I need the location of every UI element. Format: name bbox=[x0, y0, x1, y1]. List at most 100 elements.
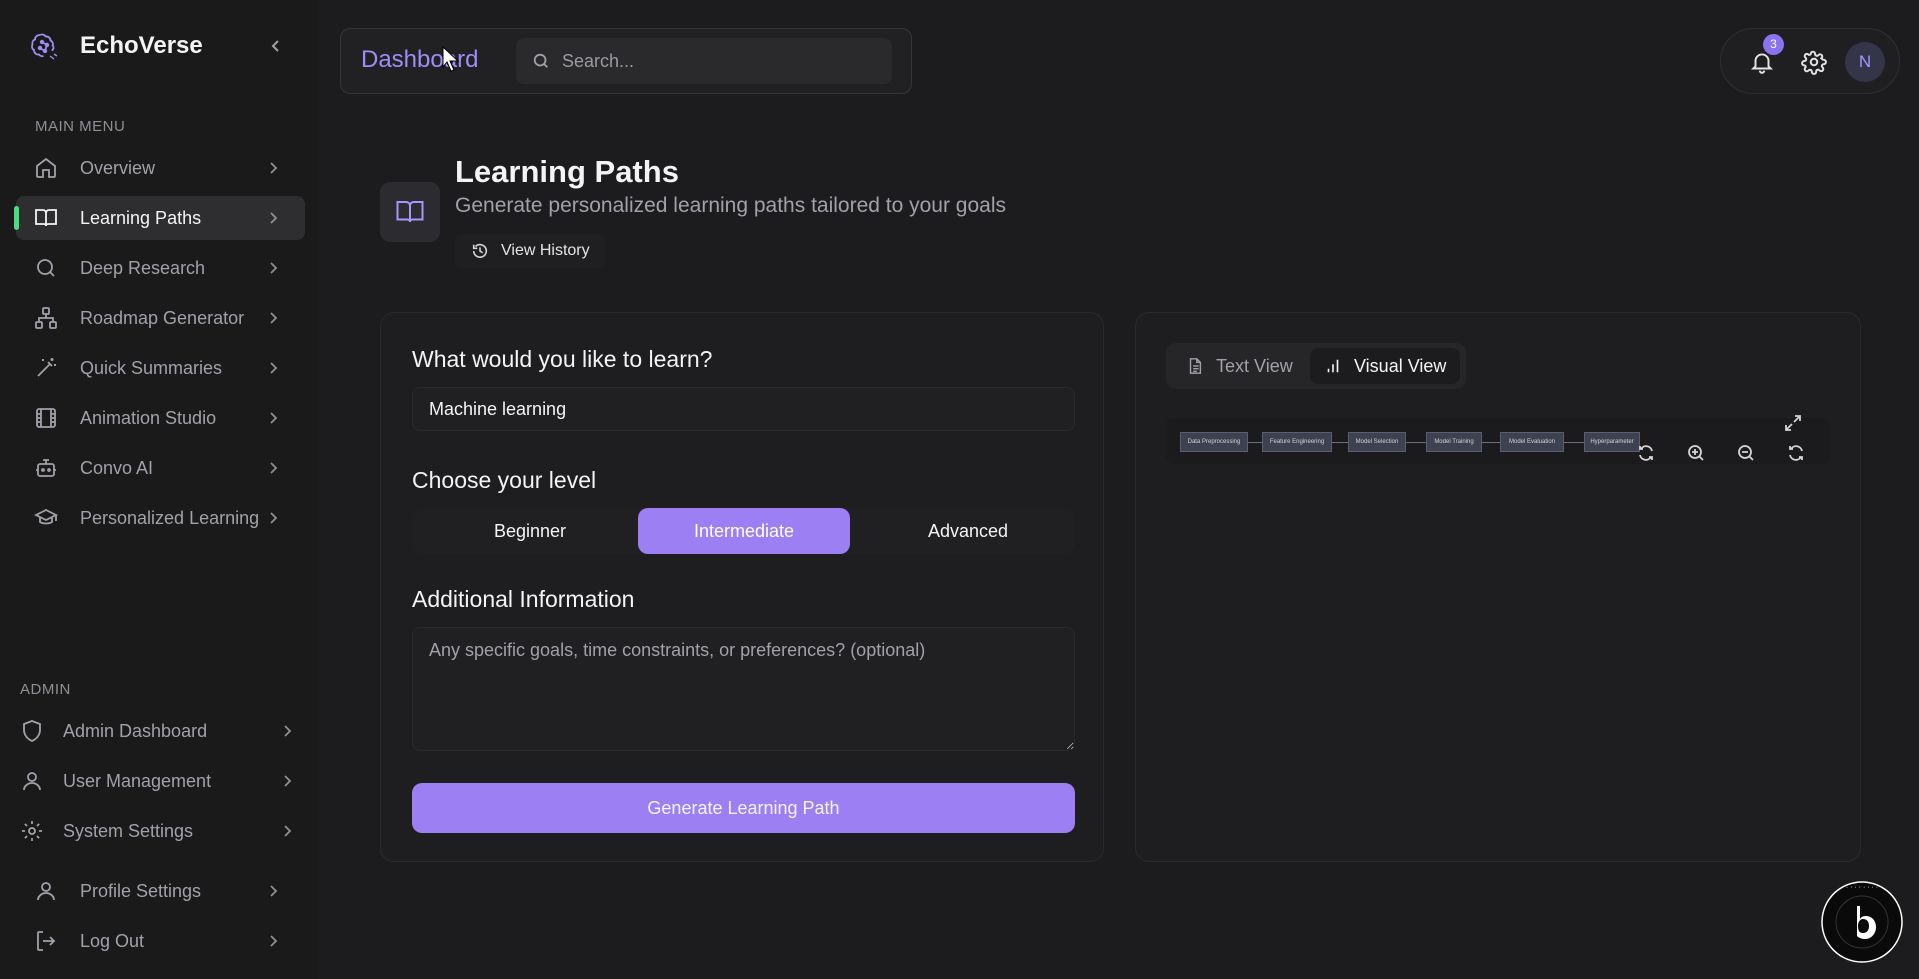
top-bar: Dashboard bbox=[340, 28, 912, 94]
sidebar-item-label: Admin Dashboard bbox=[63, 720, 208, 741]
flow-connector bbox=[1564, 442, 1584, 443]
flow-node[interactable]: Data Preprocessing bbox=[1180, 432, 1248, 452]
notes-label: Additional Information bbox=[412, 586, 635, 612]
admin-label: ADMIN bbox=[20, 681, 71, 698]
level-label: Choose your level bbox=[412, 467, 597, 493]
graduation-cap-icon bbox=[34, 508, 58, 525]
app-name: EchoVerse bbox=[80, 32, 203, 59]
search-icon bbox=[533, 53, 548, 68]
additional-info-textarea[interactable] bbox=[412, 627, 1075, 751]
sidebar-item-profile-settings[interactable]: Profile Settings bbox=[16, 869, 305, 913]
zoom-in-icon[interactable] bbox=[1686, 443, 1706, 463]
brand[interactable]: EchoVerse bbox=[28, 30, 203, 62]
network-icon bbox=[35, 307, 57, 329]
sidebar-item-animation-studio[interactable]: Animation Studio bbox=[16, 396, 305, 440]
page-subtitle: Generate personalized learning paths tai… bbox=[455, 194, 1007, 217]
zoom-out-icon[interactable] bbox=[1736, 443, 1756, 463]
tab-text-view[interactable]: Text View bbox=[1172, 348, 1312, 384]
search-box[interactable] bbox=[516, 38, 892, 84]
level-selector: Beginner Intermediate Advanced bbox=[412, 508, 1075, 554]
film-icon bbox=[36, 408, 56, 428]
search-input[interactable] bbox=[562, 50, 862, 72]
sidebar-item-label: Personalized Learning bbox=[80, 507, 260, 528]
sidebar-item-convo-ai[interactable]: Convo AI bbox=[16, 446, 305, 490]
chevron-right-icon bbox=[270, 312, 278, 324]
sidebar-item-label: User Management bbox=[63, 770, 212, 791]
sidebar: EchoVerse MAIN MENU Overview Learning Pa… bbox=[0, 0, 318, 979]
level-advanced-button[interactable]: Advanced bbox=[862, 508, 1074, 554]
learning-path-form: What would you like to learn? Choose you… bbox=[380, 312, 1104, 862]
tab-visual-view[interactable]: Visual View bbox=[1310, 348, 1460, 384]
page-title: Learning Paths bbox=[455, 154, 679, 189]
sidebar-item-label: Animation Studio bbox=[80, 407, 217, 428]
chevron-right-icon bbox=[284, 775, 292, 787]
notification-badge: 3 bbox=[1763, 34, 1784, 55]
chevron-right-icon bbox=[284, 725, 292, 737]
level-intermediate-button[interactable]: Intermediate bbox=[638, 508, 850, 554]
chevron-right-icon bbox=[270, 885, 278, 897]
sidebar-item-system-settings[interactable]: System Settings bbox=[16, 809, 305, 853]
avatar[interactable]: N bbox=[1845, 42, 1885, 82]
sidebar-item-label: Deep Research bbox=[80, 257, 206, 278]
topbar-actions: 3 N bbox=[1720, 28, 1900, 94]
collapse-sidebar-icon[interactable] bbox=[266, 36, 286, 56]
sidebar-item-label: Profile Settings bbox=[80, 880, 202, 901]
flow-node[interactable]: Feature Engineering bbox=[1262, 432, 1332, 452]
chevron-right-icon bbox=[270, 412, 278, 424]
file-text-icon bbox=[1189, 358, 1202, 374]
fullscreen-icon[interactable] bbox=[1783, 413, 1803, 433]
breadcrumb[interactable]: Dashboard bbox=[361, 46, 478, 74]
history-icon bbox=[472, 243, 488, 259]
sidebar-item-personalized-learning[interactable]: Personalized Learning bbox=[16, 496, 305, 540]
sidebar-item-overview[interactable]: Overview bbox=[16, 146, 305, 190]
gear-icon bbox=[22, 821, 42, 841]
user-icon bbox=[37, 882, 55, 901]
flow-node[interactable]: Model Selection bbox=[1348, 432, 1406, 452]
mouse-cursor-icon bbox=[442, 46, 460, 72]
tab-text-view-label: Text View bbox=[1216, 355, 1293, 376]
main-menu-label: MAIN MENU bbox=[35, 118, 126, 135]
generate-learning-path-button[interactable]: Generate Learning Path bbox=[412, 783, 1075, 833]
gear-icon[interactable] bbox=[1801, 49, 1827, 75]
home-icon bbox=[36, 157, 56, 178]
sidebar-item-log-out[interactable]: Log Out bbox=[16, 919, 305, 963]
sidebar-item-admin-dashboard[interactable]: Admin Dashboard bbox=[16, 709, 305, 753]
sidebar-item-label: Quick Summaries bbox=[80, 357, 223, 378]
chevron-right-icon bbox=[270, 262, 278, 274]
refresh-icon[interactable] bbox=[1636, 443, 1656, 463]
sidebar-item-label: Log Out bbox=[80, 930, 145, 951]
view-toggle: Text View Visual View bbox=[1166, 343, 1466, 389]
sidebar-item-learning-paths[interactable]: Learning Paths bbox=[14, 196, 305, 240]
reset-view-icon[interactable] bbox=[1786, 443, 1806, 463]
flow-node[interactable]: Hyperparameter bbox=[1584, 432, 1640, 452]
sidebar-item-deep-research[interactable]: Deep Research bbox=[16, 246, 305, 290]
view-history-label: View History bbox=[501, 242, 590, 259]
sidebar-item-label: Overview bbox=[80, 157, 156, 178]
sidebar-item-roadmap-generator[interactable]: Roadmap Generator bbox=[16, 296, 305, 340]
topic-input[interactable] bbox=[412, 387, 1075, 431]
sidebar-item-label: Roadmap Generator bbox=[80, 307, 245, 328]
view-history-button[interactable]: View History bbox=[455, 234, 605, 268]
flow-connector bbox=[1406, 442, 1426, 443]
magic-wand-icon bbox=[37, 358, 56, 377]
active-indicator bbox=[14, 206, 19, 230]
chevron-right-icon bbox=[270, 212, 278, 224]
flow-connector bbox=[1482, 442, 1500, 443]
level-beginner-button[interactable]: Beginner bbox=[424, 508, 636, 554]
sidebar-item-label: Learning Paths bbox=[80, 207, 202, 228]
bot-icon bbox=[36, 459, 56, 477]
flow-node[interactable]: Model Evaluation bbox=[1500, 432, 1564, 452]
flow-node[interactable]: Model Training bbox=[1426, 432, 1482, 452]
logout-icon bbox=[37, 931, 56, 951]
flow-diagram[interactable]: Data Preprocessing Feature Engineering M… bbox=[1166, 418, 1830, 464]
search-icon bbox=[37, 259, 55, 277]
sidebar-item-user-management[interactable]: User Management bbox=[16, 759, 305, 803]
bolt-badge-icon[interactable]: · · · · · · · · bbox=[1820, 880, 1904, 964]
chevron-right-icon bbox=[270, 362, 278, 374]
chevron-right-icon bbox=[270, 512, 278, 524]
sidebar-item-label: System Settings bbox=[63, 820, 194, 841]
tab-visual-view-label: Visual View bbox=[1354, 355, 1447, 376]
book-open-icon bbox=[35, 209, 57, 227]
sidebar-item-quick-summaries[interactable]: Quick Summaries bbox=[16, 346, 305, 390]
sidebar-item-label: Convo AI bbox=[80, 457, 154, 478]
